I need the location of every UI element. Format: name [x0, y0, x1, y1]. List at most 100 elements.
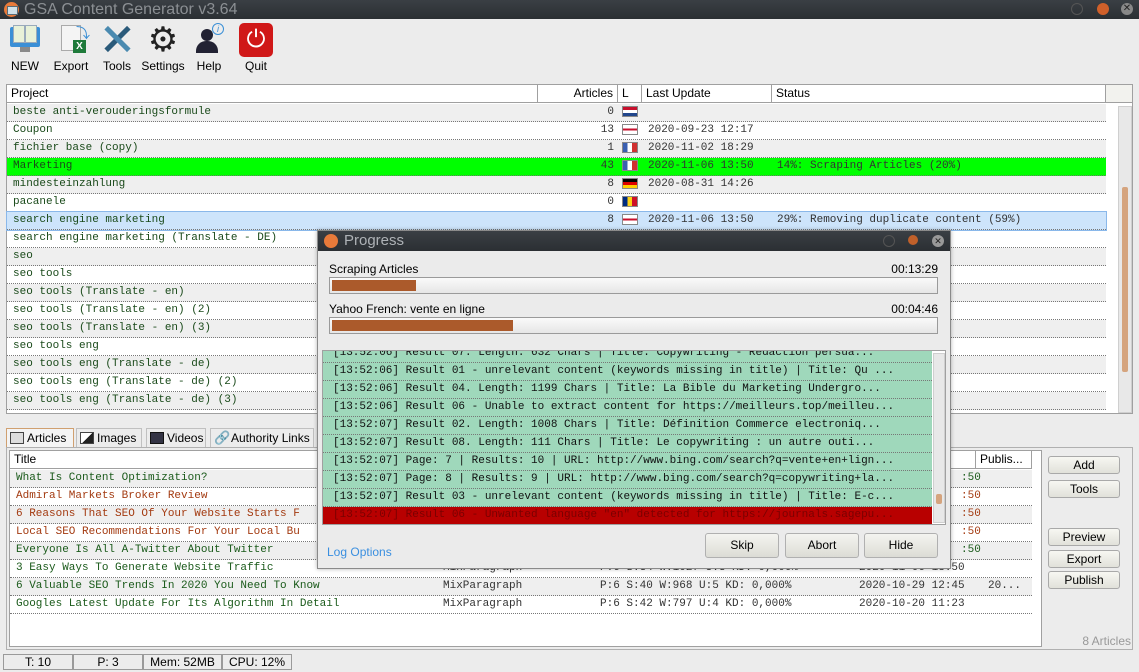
project-row[interactable]: pacanele 0	[7, 194, 1106, 212]
hide-button[interactable]: Hide	[864, 533, 938, 558]
column-header-publish[interactable]: Publis...	[976, 451, 1032, 469]
article-publish	[988, 560, 1032, 577]
dialog-close-button[interactable]: ✕	[932, 235, 944, 247]
column-header-last-update[interactable]: Last Update	[642, 85, 772, 103]
new-project-icon	[8, 23, 42, 57]
flag-nl-icon	[622, 106, 638, 117]
project-row[interactable]: beste anti-verouderingsformule 0	[7, 104, 1106, 122]
export-label: Export	[53, 59, 89, 73]
article-date: 2020-10-29 12:45	[859, 580, 965, 592]
log-entry: [13:52:06] Result 06 - Unable to extract…	[323, 399, 932, 417]
flag-ro-icon	[622, 196, 638, 207]
app-icon	[4, 2, 19, 17]
videos-icon	[150, 432, 164, 444]
log-entry: [13:52:07] Result 03 - unrelevant conten…	[323, 489, 932, 507]
tab-videos-label: Videos	[167, 431, 204, 445]
tools-label: Tools	[102, 59, 131, 73]
tab-articles[interactable]: Articles	[6, 428, 74, 447]
article-method: MixParagraph	[443, 598, 523, 610]
article-publish	[988, 488, 1032, 505]
project-status: 29%: Removing duplicate content (59%)	[777, 214, 1022, 226]
article-title: Googles Latest Update For Its Algorithm …	[16, 598, 340, 610]
log-entry: [13:52:06] Result 04. Length: 1199 Chars…	[323, 381, 932, 399]
log-entry: [13:52:07] Result 06 - Unwanted language…	[323, 507, 932, 524]
project-row[interactable]: search engine marketing 8 2020-11-06 13:50…	[6, 211, 1107, 231]
preview-button[interactable]: Preview	[1048, 528, 1120, 546]
window-titlebar: GSA Content Generator v3.64 ✕	[0, 0, 1139, 19]
article-row[interactable]: 6 Valuable SEO Trends In 2020 You Need T…	[10, 578, 1032, 596]
new-button[interactable]: NEW	[2, 23, 48, 73]
articles-icon	[10, 432, 24, 444]
gear-icon: ⚙	[147, 21, 179, 59]
task1-label: Scraping Articles	[329, 262, 419, 276]
status-projects: P: 3	[73, 654, 143, 670]
dialog-minimize-button[interactable]	[883, 235, 895, 247]
status-memory: Mem: 52MB	[143, 654, 222, 670]
help-button[interactable]: i Help	[186, 23, 232, 73]
project-name: Marketing	[13, 160, 73, 172]
log-entry: [13:52:06] Result 01 - unrelevant conten…	[323, 363, 932, 381]
close-button[interactable]: ✕	[1121, 3, 1133, 15]
article-row[interactable]: Googles Latest Update For Its Algorithm …	[10, 596, 1032, 614]
header-filler	[1106, 85, 1132, 103]
article-title: 6 Valuable SEO Trends In 2020 You Need T…	[16, 580, 320, 592]
project-name: fichier base (copy)	[13, 142, 139, 154]
project-status	[777, 194, 1106, 211]
project-row[interactable]: mindesteinzahlung 8 2020-08-31 14:26	[7, 176, 1106, 194]
help-label: Help	[196, 59, 222, 73]
log-scrollbar[interactable]	[933, 353, 945, 523]
task2-progress-bar	[329, 317, 938, 334]
tab-authority-links[interactable]: 🔗 Authority Links	[210, 428, 314, 447]
column-header-project[interactable]: Project	[7, 85, 538, 103]
project-row[interactable]: Coupon 13 2020-09-23 12:17	[7, 122, 1106, 140]
progress-dialog: Progress ✕ Scraping Articles 00:13:29 Ya…	[317, 230, 951, 569]
project-row[interactable]: fichier base (copy) 1 2020-11-02 18:29	[7, 140, 1106, 158]
project-articles: 1	[607, 142, 614, 154]
log-options-link[interactable]: Log Options	[327, 545, 392, 559]
tab-videos[interactable]: Videos	[146, 428, 206, 447]
tab-images-label: Images	[97, 431, 137, 445]
article-publish	[988, 596, 1032, 613]
log-entry: [13:52:06] Result 07. Length: 632 Chars …	[323, 351, 932, 363]
export-excel-icon: X ⤵	[54, 23, 90, 57]
log-scrollbar-thumb[interactable]	[936, 494, 942, 504]
column-header-articles[interactable]: Articles	[538, 85, 618, 103]
tools-article-button[interactable]: Tools	[1048, 480, 1120, 498]
project-status	[777, 122, 1106, 139]
project-articles: 0	[607, 106, 614, 118]
project-last-update	[648, 104, 772, 121]
project-status: 14%: Scraping Articles (20%)	[777, 160, 962, 172]
project-row[interactable]: Marketing 43 2020-11-06 13:50 14%: Scraping…	[7, 158, 1106, 176]
dialog-maximize-button[interactable]	[908, 235, 918, 245]
project-name: pacanele	[13, 196, 66, 208]
publish-button[interactable]: Publish	[1048, 571, 1120, 589]
main-toolbar: NEW X ⤵ Export Tools ⚙ Settings i Help ⏻…	[0, 19, 1139, 81]
article-publish	[988, 524, 1032, 541]
status-cpu: CPU: 12%	[222, 654, 292, 670]
project-name: mindesteinzahlung	[13, 178, 126, 190]
tools-button[interactable]: Tools	[94, 23, 140, 73]
skip-button[interactable]: Skip	[705, 533, 779, 558]
quit-button[interactable]: ⏻ Quit	[233, 23, 279, 73]
tab-authority-links-label: Authority Links	[231, 431, 310, 445]
column-header-language[interactable]: L	[618, 85, 642, 103]
column-header-status[interactable]: Status	[772, 85, 1106, 103]
project-name: search engine marketing	[13, 214, 165, 226]
tab-images[interactable]: Images	[76, 428, 142, 447]
export-articles-button[interactable]: Export	[1048, 550, 1120, 568]
abort-button[interactable]: Abort	[785, 533, 859, 558]
projects-scrollbar[interactable]	[1118, 106, 1132, 413]
minimize-button[interactable]	[1071, 3, 1083, 15]
maximize-button[interactable]	[1097, 3, 1109, 15]
project-status	[777, 140, 1106, 157]
flag-gb-icon	[622, 124, 638, 135]
article-publish	[988, 542, 1032, 559]
flag-fr-icon	[622, 160, 638, 171]
settings-button[interactable]: ⚙ Settings	[140, 23, 186, 73]
scrollbar-thumb[interactable]	[1122, 187, 1128, 372]
tab-articles-label: Articles	[27, 431, 67, 445]
add-button[interactable]: Add	[1048, 456, 1120, 474]
log-entry: [13:52:07] Page: 7 | Results: 10 | URL: …	[323, 453, 932, 471]
new-label: NEW	[11, 59, 39, 73]
export-button[interactable]: X ⤵ Export	[48, 23, 94, 73]
